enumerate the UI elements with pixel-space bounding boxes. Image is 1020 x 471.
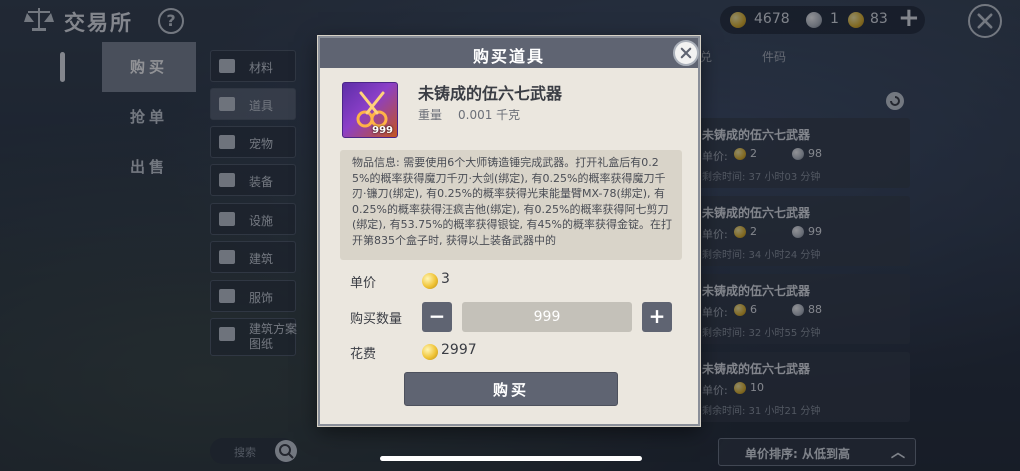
gold-coin-icon [422, 273, 438, 289]
buy-button[interactable]: 购买 [404, 372, 618, 406]
close-icon[interactable] [673, 40, 699, 66]
dialog-title: 购买道具 [472, 47, 545, 66]
cost-label: 花费 [350, 347, 377, 362]
gold-coin-icon [422, 344, 438, 360]
item-thumbnail: 999 [342, 82, 398, 138]
decrease-quantity-button[interactable]: − [422, 302, 452, 332]
item-stack-count: 999 [372, 125, 393, 136]
total-cost-value: 2997 [441, 342, 477, 358]
item-weight: 0.001 千克 [458, 108, 521, 122]
item-description-box[interactable]: 物品信息: 需要使用6个大师铸造锤完成武器。打开礼盒后有0.25%的概率获得魔刀… [340, 150, 682, 260]
dialog-header: 购买道具 [320, 38, 698, 68]
quantity-stepper[interactable] [462, 302, 632, 332]
increase-quantity-button[interactable]: + [642, 302, 672, 332]
quantity-label: 购买数量 [350, 312, 403, 327]
unit-price-label: 单价 [350, 276, 377, 291]
item-name: 未铸成的伍六七武器 [418, 84, 563, 103]
home-indicator[interactable] [380, 456, 642, 461]
unit-price-value: 3 [441, 271, 450, 287]
item-description: 物品信息: 需要使用6个大师铸造锤完成武器。打开礼盒后有0.25%的概率获得魔刀… [352, 156, 672, 247]
weight-label: 重量 [418, 108, 443, 122]
buy-item-dialog: 购买道具 999 未铸成的伍六七武器 重量 0.001 千克 物品信息: 需要使… [318, 36, 700, 426]
